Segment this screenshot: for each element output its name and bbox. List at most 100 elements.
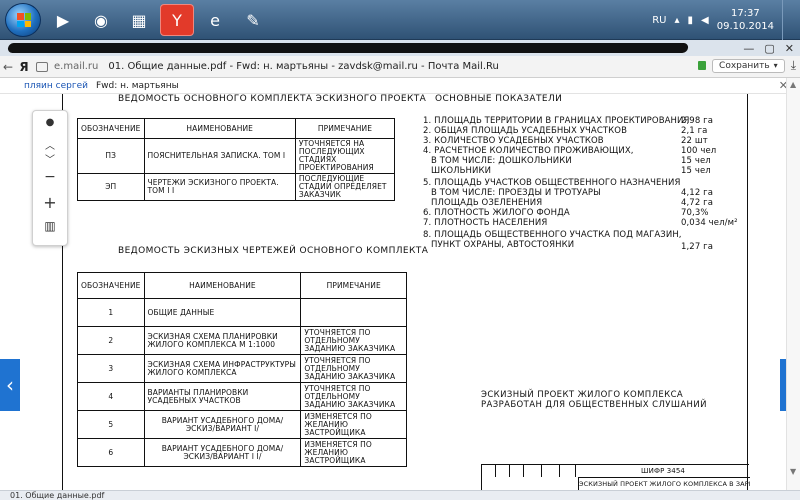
indicator-label: 2. ОБЩАЯ ПЛОЩАДЬ УСАДЕБНЫХ УЧАСТКОВ	[423, 126, 628, 136]
clock[interactable]: 17:37 09.10.2014	[717, 7, 774, 33]
cell-note: ПОСЛЕДУЮЩИЕ СТАДИИ ОПРЕДЕЛЯЕТ ЗАКАЗЧИК	[294, 173, 396, 201]
back-button[interactable]: ←	[0, 60, 16, 74]
media-player-icon[interactable]: ▶	[46, 4, 80, 36]
prev-page-button[interactable]: ‹	[0, 359, 20, 411]
yandex-logo[interactable]: Я	[16, 60, 32, 74]
scroll-up-icon[interactable]: ▲	[790, 80, 796, 89]
clock-time: 17:37	[730, 8, 760, 19]
download-bar: 01. Общие данные.pdf	[0, 490, 800, 500]
cell-note: УТОЧНЯЕТСЯ ПО ОТДЕЛЬНОМУ ЗАДАНИЮ ЗАКАЗЧИ…	[300, 382, 407, 411]
tray-arrow-icon[interactable]: ▴	[674, 15, 679, 26]
volume-icon[interactable]: ◀	[701, 15, 709, 26]
close-icon[interactable]: ✕	[785, 42, 794, 55]
indicator-label: ШКОЛЬНИКИ	[431, 166, 492, 176]
table-row: 5 ВАРИАНТ УСАДЕБНОГО ДОМА/ЭСКИЗ/ВАРИАНТ …	[77, 410, 407, 439]
cell-note	[300, 298, 407, 327]
system-tray: RU ▴ ▮ ◀ 17:37 09.10.2014	[652, 0, 800, 40]
clock-date: 09.10.2014	[716, 21, 774, 32]
zoom-out-icon[interactable]: −	[33, 169, 67, 185]
yandex-browser-icon[interactable]: Y	[160, 4, 194, 36]
maximize-icon[interactable]: ▢	[764, 42, 774, 55]
paint-icon[interactable]: ✎	[236, 4, 270, 36]
indicator-value: 15 чел	[681, 166, 711, 176]
indicator-value: 4,12 га	[681, 188, 714, 198]
indicator-label: В ТОМ ЧИСЛЕ: ДОШКОЛЬНИКИ	[431, 156, 572, 166]
network-icon[interactable]: ▮	[688, 15, 694, 26]
cell-note: УТОЧНЯЕТСЯ ПО ОТДЕЛЬНОМУ ЗАДАНИЮ ЗАКАЗЧИ…	[300, 326, 407, 355]
taskbar: ▶ ◉ ▦ Y e ✎ RU ▴ ▮ ◀ 17:37 09.10.2014	[0, 0, 800, 40]
table-row: 6 ВАРИАНТ УСАДЕБНОГО ДОМА/ЭСКИЗ/ВАРИАНТ …	[77, 438, 407, 467]
browser-app-icon[interactable]: ◉	[84, 4, 118, 36]
indicator-label: ПУНКТ ОХРАНЫ, АВТОСТОЯНКИ	[431, 240, 575, 250]
indicator-value: 0,034 чел/м²	[681, 218, 738, 228]
table-row: 4 ВАРИАНТЫ ПЛАНИРОВКИ УСАДЕБНЫХ УЧАСТКОВ…	[77, 382, 407, 411]
save-label: Сохранить	[719, 60, 770, 71]
cell-note: УТОЧНЯЕТСЯ ПО ОТДЕЛЬНОМУ ЗАДАНИЮ ЗАКАЗЧИ…	[300, 354, 407, 383]
page-dot-icon[interactable]: ●	[33, 117, 67, 128]
stamp-name: ЭСКИЗНЫЙ ПРОЕКТ ЖИЛОГО КОМПЛЕКСА В ЗАРЬЯ…	[578, 477, 750, 491]
cell-designation: 1	[77, 298, 145, 327]
table-row: 2 ЭСКИЗНАЯ СХЕМА ПЛАНИРОВКИ ЖИЛОГО КОМПЛ…	[77, 326, 407, 355]
table-header-row: ОБОЗНАЧЕНИЕ НАИМЕНОВАНИЕ ПРИМЕЧАНИЕ	[77, 272, 407, 299]
screen: ▶ ◉ ▦ Y e ✎ RU ▴ ▮ ◀ 17:37 09.10.2014 — …	[0, 0, 800, 500]
download-icon[interactable]: ⤓	[791, 58, 796, 73]
zoom-in-icon[interactable]: +	[33, 193, 67, 212]
download-item[interactable]: 01. Общие данные.pdf	[10, 491, 104, 500]
mail-sender[interactable]: пляин сергей	[24, 81, 88, 91]
table-main-set: ОБОЗНАЧЕНИЕ НАИМЕНОВАНИЕ ПРИМЕЧАНИЕ ПЗ П…	[77, 118, 396, 201]
fit-page-icon[interactable]: ▥	[33, 219, 67, 233]
table-row: ПЗ ПОЯСНИТЕЛЬНАЯ ЗАПИСКА. ТОМ I УТОЧНЯЕТ…	[77, 138, 396, 174]
cell-note: УТОЧНЯЕТСЯ НА ПОСЛЕДУЮЩИХ СТАДИЯХ ПРОЕКТ…	[294, 138, 396, 174]
indicator-value: 100 чел	[681, 146, 717, 156]
url-text[interactable]: e.mail.ru	[54, 61, 98, 72]
indicator-label: 5. ПЛОЩАДЬ УЧАСТКОВ ОБЩЕСТВЕННОГО НАЗНАЧ…	[423, 178, 681, 188]
show-desktop-button[interactable]	[782, 0, 792, 40]
minimize-icon[interactable]: —	[743, 42, 754, 55]
pdf-viewer: ВЕДОМОСТЬ ОСНОВНОГО КОМПЛЕКТА ЭСКИЗНОГО …	[0, 94, 800, 491]
cell-designation: 3	[77, 354, 145, 383]
zoom-panel: ● ︿ ﹀ − + ▥	[32, 110, 68, 246]
th-name: НАИМЕНОВАНИЕ	[143, 272, 302, 299]
cell-designation: 2	[77, 326, 145, 355]
mail-header: пляин сергей Fwd: н. мартьяны ✕	[0, 78, 800, 94]
cell-name: ЭСКИЗНАЯ СХЕМА ИНФРАСТРУКТУРЫ ЖИЛОГО КОМ…	[143, 354, 302, 383]
indicator-label: 6. ПЛОТНОСТЬ ЖИЛОГО ФОНДА	[423, 208, 570, 218]
cell-name: ПОЯСНИТЕЛЬНАЯ ЗАПИСКА. ТОМ I	[143, 138, 296, 174]
cell-note: ИЗМЕНЯЕТСЯ ПО ЖЕЛАНИЮ ЗАСТРОЙЩИКА	[300, 410, 407, 439]
scroll-down-icon[interactable]: ▼	[790, 467, 796, 476]
cell-designation: ПЗ	[77, 138, 145, 174]
cell-designation: 4	[77, 382, 145, 411]
file-manager-icon[interactable]: ▦	[122, 4, 156, 36]
project-note-line2: РАЗРАБОТАН ДЛЯ ОБЩЕСТВЕННЫХ СЛУШАНИЙ	[481, 400, 707, 410]
chevron-down-icon[interactable]: ﹀	[33, 151, 67, 166]
mail-subject: Fwd: н. мартьяны	[95, 80, 179, 91]
table-row: 1 ОБЩИЕ ДАННЫЕ	[77, 298, 407, 327]
table-drawings: ОБОЗНАЧЕНИЕ НАИМЕНОВАНИЕ ПРИМЕЧАНИЕ 1 ОБ…	[77, 272, 407, 467]
language-indicator[interactable]: RU	[652, 15, 666, 26]
cell-designation: 5	[77, 410, 145, 439]
indicator-value: 70,3%	[681, 208, 709, 218]
ie-icon[interactable]: e	[198, 4, 232, 36]
doc-title-top-left: ВЕДОМОСТЬ ОСНОВНОГО КОМПЛЕКТА ЭСКИЗНОГО …	[118, 94, 427, 104]
cell-name: ОБЩИЕ ДАННЫЕ	[143, 298, 302, 327]
save-button[interactable]: Сохранить ▾	[712, 58, 785, 73]
page-title: 01. Общие данные.pdf - Fwd: н. мартьяны …	[108, 61, 499, 72]
th-note: ПРИМЕЧАНИЕ	[300, 272, 407, 299]
chevron-up-icon[interactable]: ︿	[33, 137, 67, 152]
vertical-scrollbar[interactable]: ▲ ▼	[786, 78, 800, 496]
th-designation: ОБОЗНАЧЕНИЕ	[77, 118, 145, 139]
indicator-label: 7. ПЛОТНОСТЬ НАСЕЛЕНИЯ	[423, 218, 548, 228]
address-actions: Сохранить ▾ ⤓	[698, 58, 796, 73]
pdf-page: ВЕДОМОСТЬ ОСНОВНОГО КОМПЛЕКТА ЭСКИЗНОГО …	[62, 94, 750, 491]
start-button[interactable]	[5, 3, 41, 37]
indicator-value: 15 чел	[681, 156, 711, 166]
cell-name: ЧЕРТЕЖИ ЭСКИЗНОГО ПРОЕКТА. ТОМ I I	[143, 173, 296, 201]
table-header-row: ОБОЗНАЧЕНИЕ НАИМЕНОВАНИЕ ПРИМЕЧАНИЕ	[77, 118, 396, 139]
indicator-label: В ТОМ ЧИСЛЕ: ПРОЕЗДЫ И ТРОТУАРЫ	[431, 188, 601, 198]
cell-name: ЭСКИЗНАЯ СХЕМА ПЛАНИРОВКИ ЖИЛОГО КОМПЛЕК…	[143, 326, 302, 355]
windows-logo-icon	[17, 13, 31, 27]
browser-titlebar	[0, 40, 800, 56]
window-controls: — ▢ ✕	[743, 42, 794, 55]
chevron-down-icon: ▾	[773, 61, 778, 70]
indicator-label: 4. РАСЧЕТНОЕ КОЛИЧЕСТВО ПРОЖИВАЮЩИХ,	[423, 146, 634, 156]
